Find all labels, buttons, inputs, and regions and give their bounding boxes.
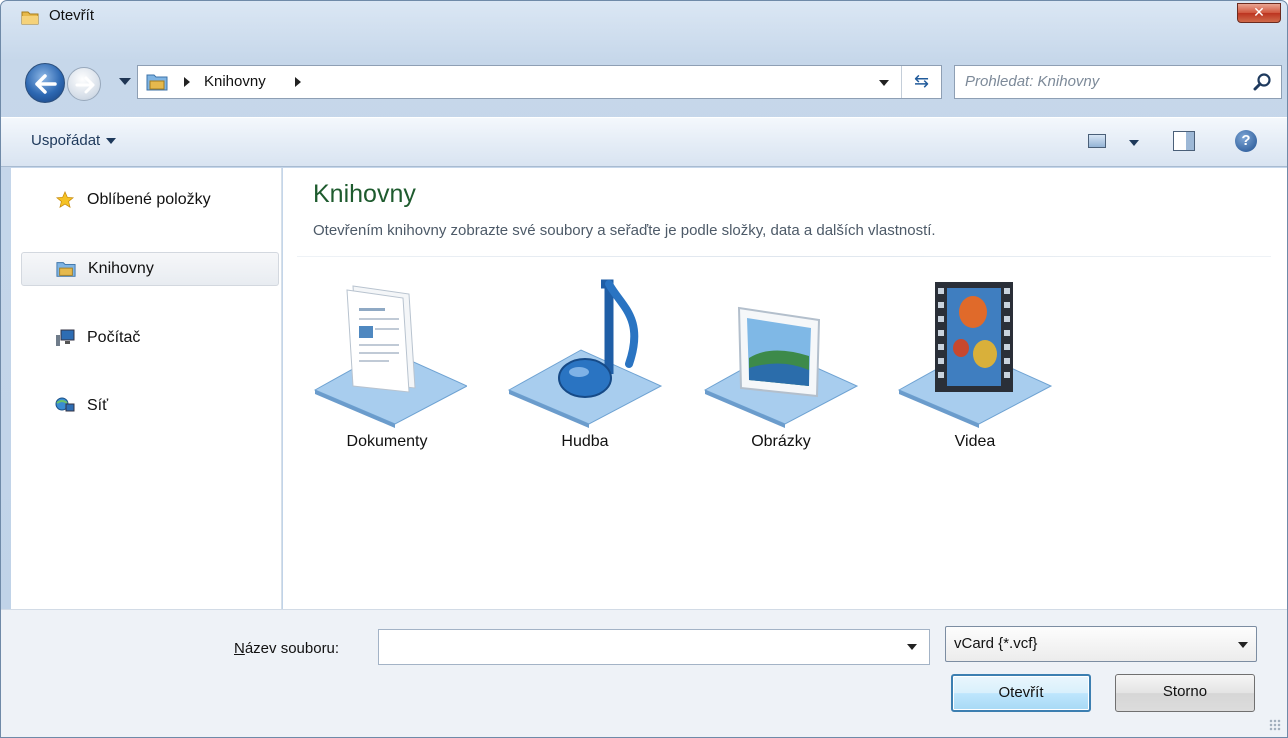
- search-box[interactable]: Prohledat: Knihovny: [954, 65, 1282, 99]
- library-music[interactable]: Hudba: [505, 278, 665, 458]
- title-bar: Otevřít ✕: [1, 1, 1287, 45]
- forward-button[interactable]: [67, 67, 101, 101]
- library-label: Dokumenty: [346, 433, 428, 450]
- address-history-dropdown[interactable]: [879, 80, 889, 86]
- organize-label: Uspořádat: [31, 132, 101, 149]
- filetype-select[interactable]: vCard {*.vcf}: [945, 626, 1257, 662]
- filename-label-accelerator: N: [234, 640, 245, 657]
- filename-label: Název souboru:: [234, 640, 339, 657]
- computer-icon: [56, 329, 75, 346]
- organize-menu-button[interactable]: Uspořádat: [31, 132, 117, 149]
- content-pane: Knihovny Otevřením knihovny zobrazte své…: [283, 168, 1287, 609]
- search-placeholder: Prohledat: Knihovny: [965, 73, 1100, 90]
- sidebar-item-label: Oblíbené položky: [87, 191, 211, 208]
- back-arrow-icon: [35, 74, 57, 94]
- address-bar[interactable]: Knihovny ⇆: [137, 65, 942, 99]
- filetype-value: vCard {*.vcf}: [954, 635, 1038, 652]
- sidebar-item-libraries[interactable]: Knihovny: [21, 252, 279, 286]
- libraries-icon: [56, 262, 76, 277]
- star-icon: [55, 191, 75, 208]
- chevron-down-icon: [1238, 642, 1248, 648]
- folder-open-icon: [21, 11, 39, 25]
- divider: [297, 256, 1271, 257]
- documents-library-icon: [313, 285, 467, 428]
- library-label: Hudba: [561, 433, 609, 450]
- navigation-pane: Oblíbené položky Knihovny Počítač Síť: [11, 168, 282, 609]
- open-button[interactable]: Otevřít: [951, 674, 1091, 712]
- cancel-button[interactable]: Storno: [1115, 674, 1255, 712]
- chevron-down-icon: [106, 138, 117, 145]
- filename-history-dropdown[interactable]: [907, 644, 917, 650]
- back-button[interactable]: [25, 63, 65, 103]
- window-title: Otevřít: [49, 7, 95, 24]
- breadcrumb-separator-icon[interactable]: [295, 77, 301, 87]
- pictures-library-icon: [703, 306, 859, 428]
- music-library-icon: [507, 279, 663, 428]
- sidebar-item-label: Počítač: [87, 329, 141, 346]
- help-icon[interactable]: ?: [1235, 130, 1257, 152]
- open-file-dialog: Otevřít ✕ Knihovny ⇆ Prohledat: Knihovny…: [0, 0, 1288, 738]
- page-description: Otevřením knihovny zobrazte své soubory …: [313, 222, 936, 239]
- change-view-icon[interactable]: [1088, 134, 1106, 148]
- library-pictures[interactable]: Obrázky: [701, 278, 861, 458]
- navigation-bar: Knihovny ⇆ Prohledat: Knihovny: [1, 63, 1287, 107]
- videos-library-icon: [897, 282, 1053, 428]
- resize-grip-icon[interactable]: [1269, 719, 1281, 731]
- close-button[interactable]: ✕: [1237, 3, 1281, 23]
- views-dropdown-icon[interactable]: [1129, 140, 1139, 146]
- library-label: Obrázky: [751, 433, 811, 450]
- breadcrumb-libraries[interactable]: Knihovny: [204, 73, 266, 90]
- library-label: Videa: [954, 433, 996, 450]
- library-documents[interactable]: Dokumenty: [307, 278, 467, 458]
- page-title: Knihovny: [313, 180, 416, 208]
- command-bar: Uspořádat ?: [1, 117, 1287, 167]
- sidebar-item-computer[interactable]: Počítač: [21, 322, 279, 356]
- library-videos[interactable]: Videa: [895, 278, 1055, 458]
- filename-label-text: ázev souboru:: [244, 640, 340, 657]
- forward-arrow-icon: [75, 76, 95, 94]
- recent-pages-dropdown[interactable]: [119, 78, 131, 85]
- libraries-icon: [146, 74, 168, 91]
- network-icon: [55, 397, 75, 412]
- sidebar-item-label: Knihovny: [88, 260, 154, 277]
- refresh-button[interactable]: ⇆: [901, 66, 941, 98]
- search-icon[interactable]: [1253, 72, 1273, 92]
- sidebar-item-favorites[interactable]: Oblíbené položky: [21, 184, 279, 218]
- sidebar-item-label: Síť: [87, 397, 109, 414]
- preview-pane-icon[interactable]: [1173, 131, 1195, 151]
- sidebar-item-network[interactable]: Síť: [21, 390, 279, 424]
- dialog-footer: Název souboru: vCard {*.vcf} Otevřít Sto…: [1, 609, 1287, 737]
- filename-input[interactable]: [378, 629, 930, 665]
- breadcrumb-separator-icon[interactable]: [184, 77, 190, 87]
